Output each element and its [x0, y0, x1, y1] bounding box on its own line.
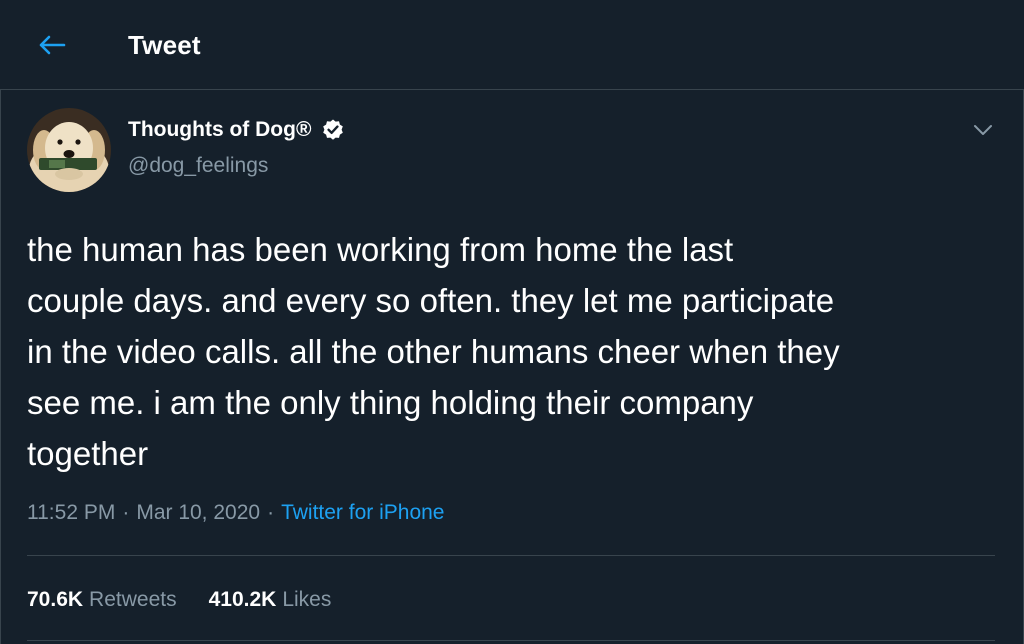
arrow-left-icon	[39, 35, 66, 55]
page-title: Tweet	[128, 30, 201, 60]
engagement-stats: 70.6K Retweets 410.2K Likes	[27, 588, 363, 612]
back-button[interactable]	[34, 29, 70, 61]
retweets-label: Retweets	[89, 588, 177, 611]
author-display-name: Thoughts of Dog®	[128, 118, 312, 141]
retweets-count: 70.6K	[27, 588, 84, 611]
dog-avatar	[27, 108, 111, 192]
tweet-text: the human has been working from home the…	[27, 231, 840, 472]
likes-count: 410.2K	[208, 588, 277, 611]
tweet-source-link[interactable]: Twitter for iPhone	[281, 501, 444, 524]
retweets-stat[interactable]: 70.6K Retweets	[27, 588, 177, 612]
author-name[interactable]: Thoughts of Dog®	[128, 118, 345, 142]
more-options-button[interactable]	[970, 118, 996, 142]
meta-separator: ·	[267, 501, 275, 524]
likes-label: Likes	[282, 588, 332, 611]
author-handle[interactable]: @dog_feelings	[128, 154, 268, 178]
avatar[interactable]	[27, 108, 111, 192]
tweet-metadata: 11:52 PM · Mar 10, 2020 · Twitter for iPhone	[27, 501, 444, 525]
divider	[27, 555, 995, 556]
divider	[27, 640, 995, 641]
chevron-down-icon	[974, 125, 992, 135]
top-bar: Tweet	[0, 0, 1024, 90]
column-border-left	[0, 90, 1, 644]
tweet-time[interactable]: 11:52 PM	[27, 501, 115, 524]
likes-stat[interactable]: 410.2K Likes	[209, 588, 332, 612]
meta-separator: ·	[122, 501, 130, 524]
tweet-date[interactable]: Mar 10, 2020	[136, 501, 260, 524]
verified-badge-icon	[323, 119, 344, 140]
